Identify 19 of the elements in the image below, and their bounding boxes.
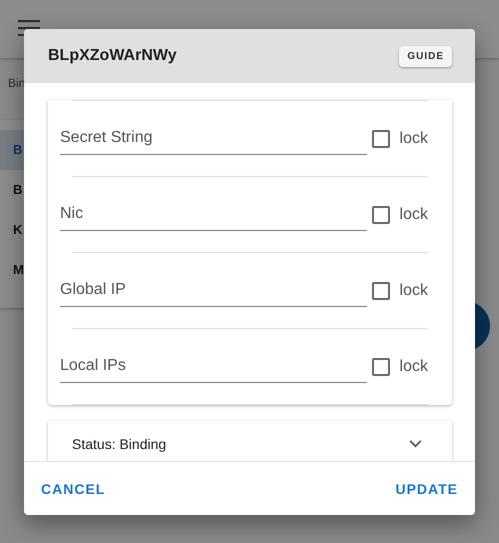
checkbox[interactable]	[372, 358, 390, 376]
input-field[interactable]: Local IPs	[60, 350, 368, 383]
checkbox-label: lock	[400, 358, 428, 376]
checkbox-label: lock	[400, 282, 428, 300]
checkbox[interactable]	[372, 206, 390, 224]
checkbox[interactable]	[372, 130, 390, 148]
checkbox-label: lock	[400, 206, 428, 224]
status-panel[interactable]: Status: Binding	[48, 421, 452, 461]
cancel-button[interactable]: CANCEL	[32, 472, 114, 504]
status-label: Status: Binding	[72, 436, 166, 452]
chevron-icon[interactable]	[409, 440, 422, 448]
input-field[interactable]: Global IP	[60, 274, 368, 307]
checkbox[interactable]	[372, 282, 390, 300]
guide-button[interactable]: GUIDE	[399, 46, 452, 66]
checkbox-label: lock	[400, 130, 428, 148]
input-field[interactable]: Secret String	[60, 122, 368, 155]
update-button[interactable]: UPDATE	[386, 472, 467, 504]
dialog-title: BLpXZoWArNWy	[48, 47, 177, 65]
input-field[interactable]: Nic	[60, 198, 368, 231]
